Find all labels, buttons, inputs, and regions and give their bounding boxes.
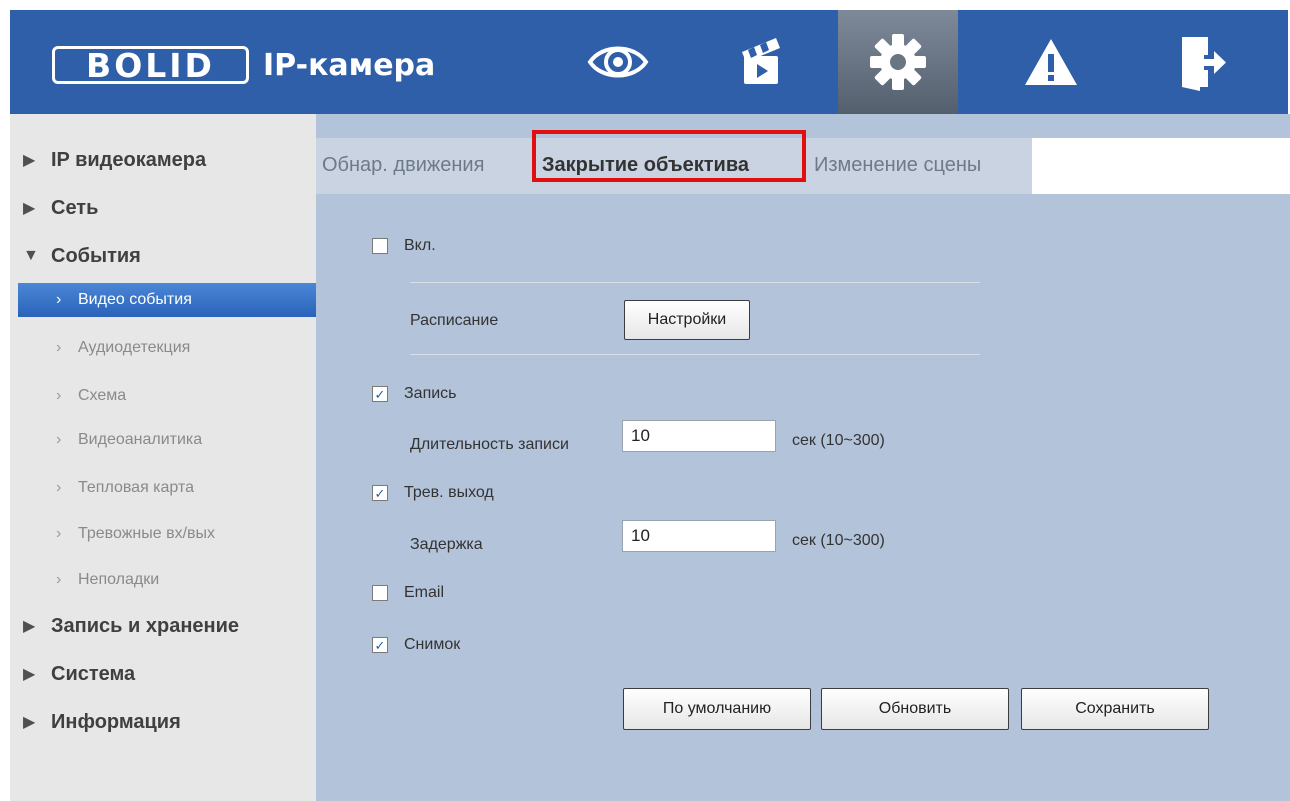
delay-unit: сек (10~300) bbox=[792, 532, 885, 549]
record-checkbox[interactable]: ✓ bbox=[372, 386, 388, 402]
record-duration-unit: сек (10~300) bbox=[792, 432, 885, 449]
email-checkbox[interactable] bbox=[372, 585, 388, 601]
chevron-right-icon: › bbox=[56, 525, 62, 542]
tab-motion-detection[interactable]: Обнар. движения bbox=[322, 150, 484, 180]
sidebar-item-label: Видеоаналитика bbox=[78, 431, 203, 448]
chevron-right-icon: › bbox=[56, 339, 62, 356]
top-bar: BOLID IP-камера bbox=[10, 10, 1288, 114]
record-duration-input[interactable] bbox=[622, 420, 776, 452]
schedule-settings-button[interactable]: Настройки bbox=[624, 300, 750, 340]
sidebar-item-storage[interactable]: ▶ Запись и хранение bbox=[10, 608, 316, 644]
divider bbox=[410, 354, 980, 355]
record-label: Запись bbox=[404, 385, 457, 402]
chevron-right-icon: › bbox=[56, 479, 62, 496]
sidebar-item-system[interactable]: ▶ Система bbox=[10, 656, 316, 692]
record-duration-label: Длительность записи bbox=[410, 436, 569, 453]
nav-settings[interactable] bbox=[838, 10, 958, 114]
collapse-arrow-icon: ▼ bbox=[23, 247, 39, 264]
default-button[interactable]: По умолчанию bbox=[623, 688, 811, 730]
sidebar-item-scheme[interactable]: › Схема bbox=[10, 378, 316, 414]
sidebar-item-label: Тревожные вх/вых bbox=[78, 525, 216, 542]
sidebar-item-events[interactable]: ▼ События bbox=[10, 238, 316, 274]
chevron-right-icon: › bbox=[56, 571, 62, 588]
gear-icon bbox=[870, 34, 926, 90]
sidebar-item-ip-camera[interactable]: ▶ IP видеокамера bbox=[10, 142, 316, 178]
schedule-label: Расписание bbox=[410, 312, 499, 329]
nav-logout[interactable] bbox=[1145, 10, 1261, 114]
record-row: ✓ Запись bbox=[372, 385, 457, 403]
tab-strip: Обнар. движения Закрытие объектива Измен… bbox=[316, 138, 1032, 194]
expand-arrow-icon: ▶ bbox=[23, 152, 36, 169]
expand-arrow-icon: ▶ bbox=[23, 714, 36, 731]
sidebar-item-heat-map[interactable]: › Тепловая карта bbox=[10, 470, 316, 506]
snapshot-row: ✓ Снимок bbox=[372, 636, 460, 654]
alarm-out-checkbox[interactable]: ✓ bbox=[372, 485, 388, 501]
sidebar-item-label: Сеть bbox=[51, 196, 99, 219]
expand-arrow-icon: ▶ bbox=[23, 666, 36, 683]
sidebar-menu: ▶ IP видеокамера ▶ Сеть ▼ События › Виде… bbox=[10, 114, 316, 801]
sidebar-item-video-analytics[interactable]: › Видеоаналитика bbox=[10, 422, 316, 458]
sidebar-item-label: Неполадки bbox=[78, 571, 160, 588]
sidebar-item-label: Запись и хранение bbox=[51, 614, 240, 637]
alarm-out-row: ✓ Трев. выход bbox=[372, 484, 494, 502]
enable-checkbox[interactable] bbox=[372, 238, 388, 254]
sidebar-item-label: Видео события bbox=[78, 291, 192, 308]
email-label: Email bbox=[404, 584, 445, 601]
eye-icon bbox=[587, 46, 649, 78]
sidebar-item-abnormality[interactable]: › Неполадки bbox=[10, 562, 316, 598]
sidebar-item-label: Система bbox=[51, 662, 136, 685]
tab-scene-change[interactable]: Изменение сцены bbox=[814, 150, 981, 180]
sidebar-item-label: События bbox=[51, 244, 141, 267]
tab-bar: Обнар. движения Закрытие объектива Измен… bbox=[316, 138, 1290, 194]
enable-row: Вкл. bbox=[372, 237, 436, 255]
delay-input[interactable] bbox=[622, 520, 776, 552]
enable-label: Вкл. bbox=[404, 237, 436, 254]
chevron-right-icon: › bbox=[56, 431, 62, 448]
chevron-right-icon: › bbox=[56, 387, 62, 404]
expand-arrow-icon: ▶ bbox=[23, 200, 36, 217]
tab-video-tampering[interactable]: Закрытие объектива bbox=[542, 150, 749, 180]
clapperboard-icon bbox=[742, 38, 780, 84]
sidebar-item-label: IP видеокамера bbox=[51, 148, 207, 171]
refresh-button[interactable]: Обновить bbox=[821, 688, 1009, 730]
sidebar-item-audio-detection[interactable]: › Аудиодетекция bbox=[10, 330, 316, 366]
sidebar-item-video-events[interactable]: › Видео события bbox=[18, 283, 316, 317]
logo: BOLID IP-камера bbox=[52, 42, 435, 88]
sidebar-item-label: Аудиодетекция bbox=[78, 339, 191, 356]
warning-icon bbox=[1025, 39, 1077, 85]
save-button[interactable]: Сохранить bbox=[1021, 688, 1209, 730]
sidebar-item-network[interactable]: ▶ Сеть bbox=[10, 190, 316, 226]
delay-label: Задержка bbox=[410, 536, 483, 553]
sidebar-item-label: Схема bbox=[78, 387, 127, 404]
bolid-logo-mark: BOLID bbox=[52, 46, 249, 85]
sidebar-item-alarm-io[interactable]: › Тревожные вх/вых bbox=[10, 516, 316, 552]
expand-arrow-icon: ▶ bbox=[23, 618, 36, 635]
settings-panel: Обнар. движения Закрытие объектива Измен… bbox=[316, 114, 1290, 801]
exit-door-icon bbox=[1182, 37, 1226, 91]
divider bbox=[410, 282, 980, 283]
snapshot-checkbox[interactable]: ✓ bbox=[372, 637, 388, 653]
snapshot-label: Снимок bbox=[404, 636, 461, 653]
email-row: Email bbox=[372, 584, 444, 602]
nav-playback[interactable] bbox=[704, 10, 820, 114]
chevron-right-icon: › bbox=[56, 291, 62, 308]
nav-alarm[interactable] bbox=[993, 10, 1109, 114]
alarm-out-label: Трев. выход bbox=[404, 484, 494, 501]
nav-live-view[interactable] bbox=[560, 10, 676, 114]
product-name: IP-камера bbox=[263, 47, 436, 83]
sidebar-item-label: Тепловая карта bbox=[78, 479, 195, 496]
sidebar-item-label: Информация bbox=[51, 710, 181, 733]
sidebar-item-information[interactable]: ▶ Информация bbox=[10, 704, 316, 740]
